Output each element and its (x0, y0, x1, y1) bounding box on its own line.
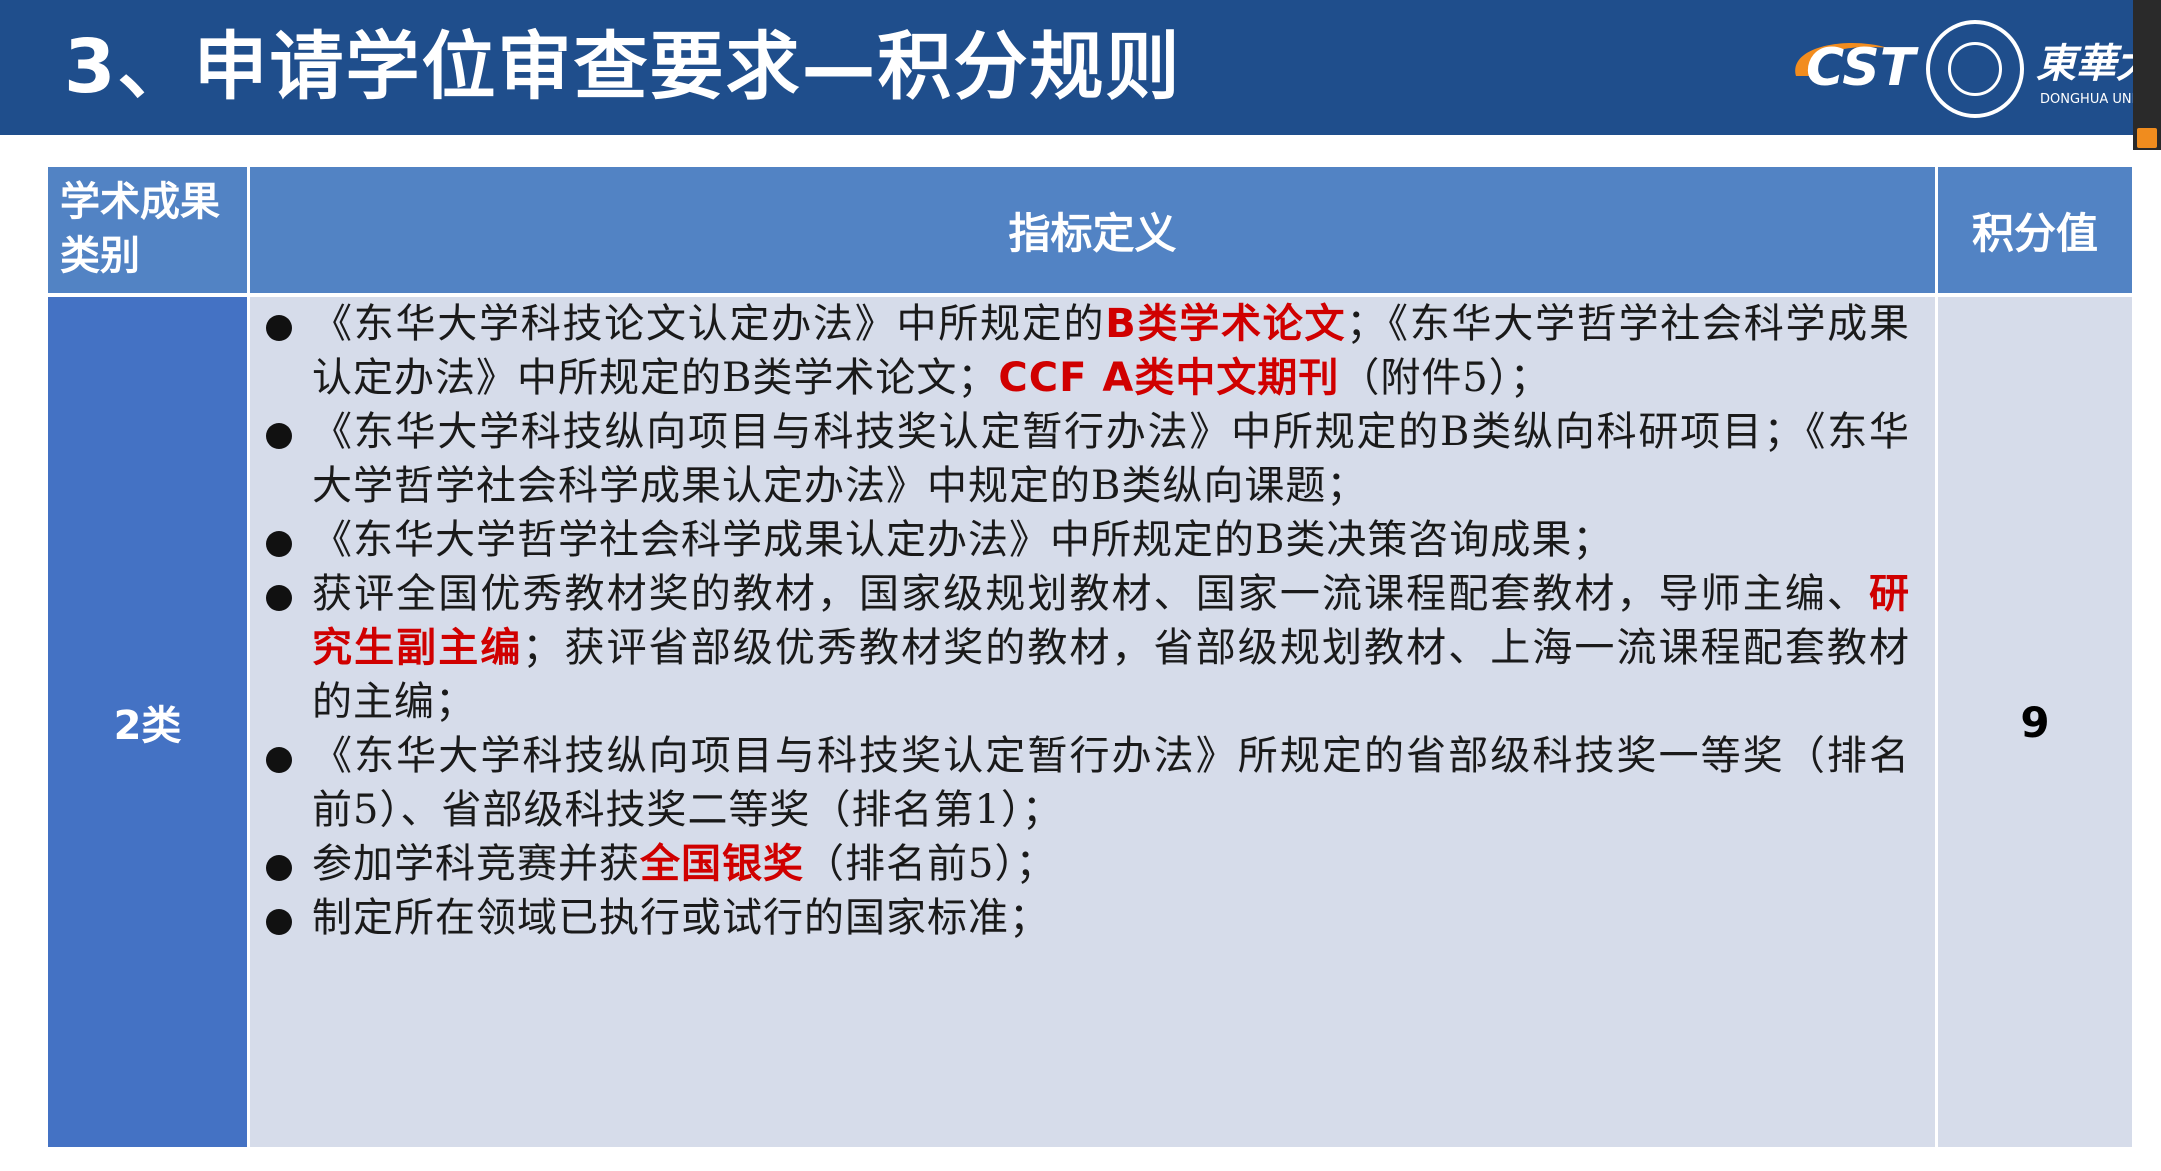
item-text: 《东华大学哲学社会科学成果认定办法》中所规定的B类决策咨询成果； (312, 517, 1614, 563)
item-text: （附件5）； (1339, 355, 1551, 401)
header-category: 学术成果类别 (48, 167, 247, 293)
item-text: 制定所在领域已执行或试行的国家标准； (312, 895, 1050, 941)
page-title: 3、申请学位审查要求—积分规则 (64, 24, 1182, 110)
item-text: 《东华大学科技论文认定办法》中所规定的 (312, 301, 1106, 347)
definition-cell: 《东华大学科技论文认定办法》中所规定的B类学术论文；《东华大学哲学社会科学成果认… (250, 297, 1935, 1147)
list-item: 参加学科竞赛并获全国银奖（排名前5）； (250, 837, 1910, 891)
score-cell: 9 (1938, 297, 2132, 1147)
bullet-icon (266, 855, 292, 881)
list-item-text: 获评全国优秀教材奖的教材，国家级规划教材、国家一流课程配套教材，导师主编、研究生… (312, 567, 1910, 729)
list-item: 《东华大学科技纵向项目与科技奖认定暂行办法》中所规定的B类纵向科研项目；《东华大… (250, 405, 1910, 513)
header-score: 积分值 (1938, 167, 2132, 293)
list-item-text: 制定所在领域已执行或试行的国家标准； (312, 891, 1910, 945)
item-text: 《东华大学科技纵向项目与科技奖认定暂行办法》中所规定的B类纵向科研项目；《东华大… (312, 409, 1910, 509)
list-item: 《东华大学科技纵向项目与科技奖认定暂行办法》所规定的省部级科技奖一等奖（排名前5… (250, 729, 1910, 837)
highlight-text: 全国银奖 (640, 841, 804, 887)
seal-inner-ring (1948, 42, 2002, 96)
bullet-icon (266, 423, 292, 449)
list-item-text: 参加学科竞赛并获全国银奖（排名前5）； (312, 837, 1910, 891)
category-cell: 2类 (48, 297, 247, 1147)
cst-logo: CST (1806, 38, 1916, 98)
list-item: 《东华大学哲学社会科学成果认定办法》中所规定的B类决策咨询成果； (250, 513, 1910, 567)
bullet-icon (266, 747, 292, 773)
list-item: 获评全国优秀教材奖的教材，国家级规划教材、国家一流课程配套教材，导师主编、研究生… (250, 567, 1910, 729)
list-item-text: 《东华大学科技纵向项目与科技奖认定暂行办法》中所规定的B类纵向科研项目；《东华大… (312, 405, 1910, 513)
item-text: 参加学科竞赛并获 (312, 841, 640, 887)
bullet-icon (266, 909, 292, 935)
list-item-text: 《东华大学科技论文认定办法》中所规定的B类学术论文；《东华大学哲学社会科学成果认… (312, 297, 1910, 405)
list-item-text: 《东华大学科技纵向项目与科技奖认定暂行办法》所规定的省部级科技奖一等奖（排名前5… (312, 729, 1910, 837)
list-item-text: 《东华大学哲学社会科学成果认定办法》中所规定的B类决策咨询成果； (312, 513, 1910, 567)
item-text: 《东华大学科技纵向项目与科技奖认定暂行办法》所规定的省部级科技奖一等奖（排名前5… (312, 733, 1910, 833)
definition-list: 《东华大学科技论文认定办法》中所规定的B类学术论文；《东华大学哲学社会科学成果认… (250, 297, 1910, 945)
list-item: 制定所在领域已执行或试行的国家标准； (250, 891, 1910, 945)
item-text: 获评全国优秀教材奖的教材，国家级规划教材、国家一流课程配套教材，导师主编、 (312, 571, 1869, 617)
list-item: 《东华大学科技论文认定办法》中所规定的B类学术论文；《东华大学哲学社会科学成果认… (250, 297, 1910, 405)
university-seal-icon (1926, 20, 2024, 118)
bullet-icon (266, 585, 292, 611)
bullet-icon (266, 531, 292, 557)
item-text: （排名前5）； (804, 841, 1057, 887)
item-text: ；获评省部级优秀教材奖的教材，省部级规划教材、上海一流课程配套教材的主编； (312, 625, 1910, 725)
user-avatar-icon[interactable] (2137, 128, 2157, 148)
header-definition: 指标定义 (250, 167, 1935, 293)
bullet-icon (266, 315, 292, 341)
highlight-text: B类学术论文 (1105, 301, 1347, 347)
highlight-text: CCF A类中文期刊 (998, 355, 1340, 401)
